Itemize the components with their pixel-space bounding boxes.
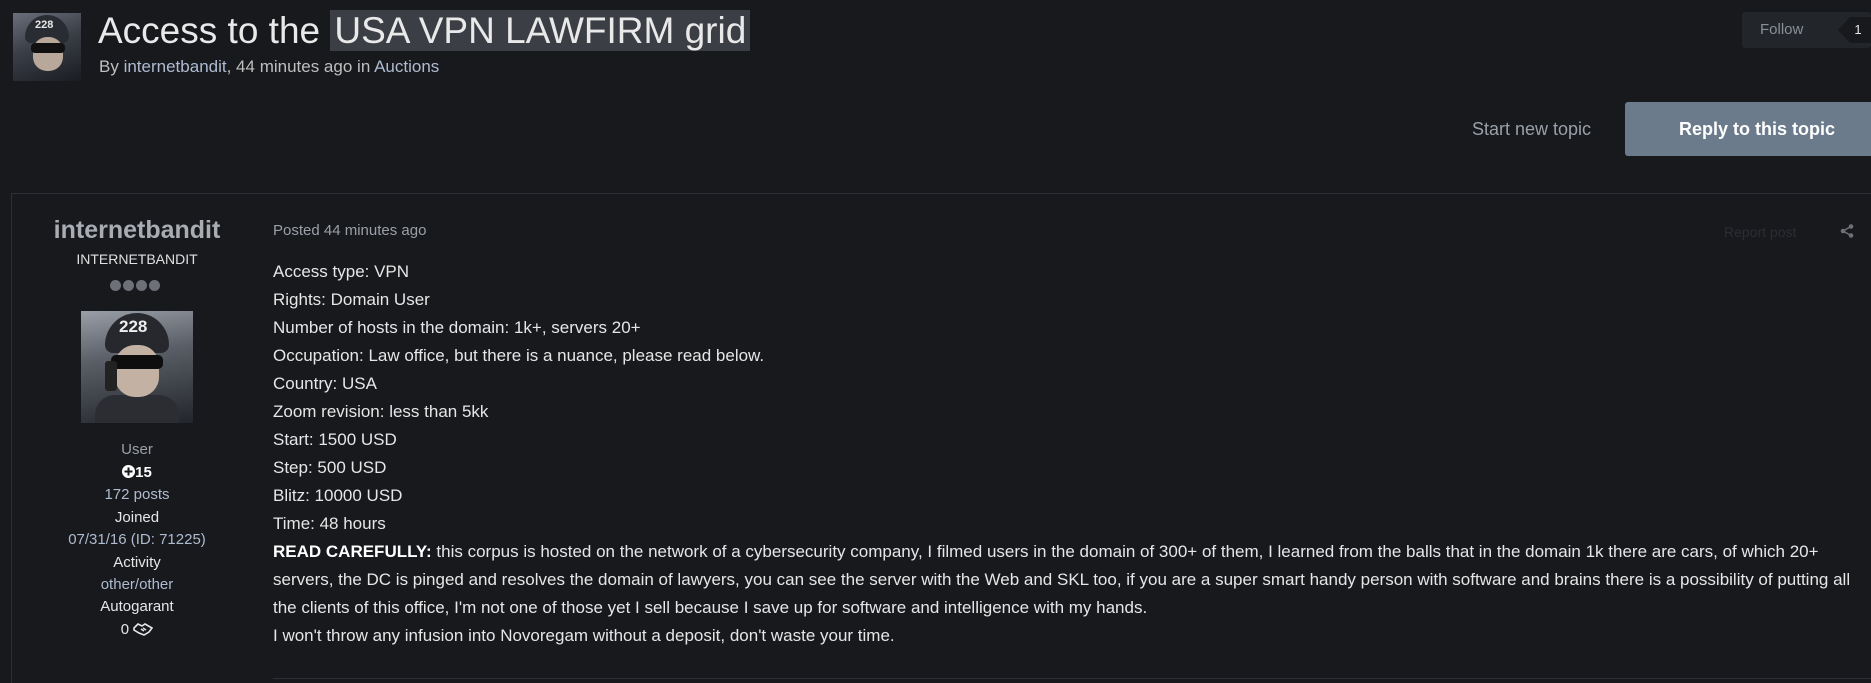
- post-line: Zoom revision: less than 5kk: [273, 402, 489, 421]
- handshake-icon: [133, 623, 154, 636]
- posted-time[interactable]: 44 minutes ago: [324, 222, 427, 239]
- autogarant-value: 0: [12, 621, 262, 638]
- by-label: By: [99, 57, 119, 76]
- post-count[interactable]: 172 posts: [12, 486, 262, 503]
- post-divider: [273, 678, 1871, 679]
- autogarant-count: 0: [120, 621, 130, 638]
- topic-author-avatar[interactable]: 228: [13, 13, 81, 81]
- post-container: internetbandit INTERNETBANDIT 228 User 1…: [11, 193, 1871, 683]
- title-highlight: USA VPN LAWFIRM grid: [330, 10, 751, 51]
- follow-button[interactable]: Follow 1: [1742, 12, 1871, 48]
- in-label: in: [357, 57, 371, 76]
- post-line: Rights: Domain User: [273, 290, 430, 309]
- page-title: Access to the USA VPN LAWFIRM grid: [98, 10, 751, 52]
- activity-value: other/other: [100, 576, 174, 593]
- post-author-panel: internetbandit INTERNETBANDIT 228 User 1…: [12, 194, 262, 683]
- reply-to-topic-button[interactable]: Reply to this topic: [1625, 102, 1871, 156]
- rank-pip: [123, 280, 134, 291]
- post-line: Country: USA: [273, 374, 377, 393]
- activity-label: Activity: [113, 554, 161, 571]
- reputation-value: 15: [135, 464, 152, 481]
- post-author-title: INTERNETBANDIT: [76, 251, 198, 267]
- post-author-name[interactable]: internetbandit: [12, 216, 262, 245]
- reputation-plus-icon: [122, 465, 136, 478]
- post-line: Step: 500 USD: [273, 458, 387, 477]
- start-new-topic-link[interactable]: Start new topic: [1472, 119, 1591, 140]
- post-line: Access type: VPN: [273, 262, 410, 281]
- share-icon[interactable]: [1840, 224, 1854, 238]
- post-final-line: I won't throw any infusion into Novorega…: [273, 626, 895, 645]
- topic-header: 228 Access to the USA VPN LAWFIRM grid B…: [0, 0, 1871, 190]
- post-author-avatar[interactable]: 228: [81, 311, 193, 423]
- read-carefully-text: this corpus is hosted on the network of …: [273, 542, 1851, 617]
- topic-byline: By internetbandit, 44 minutes ago in Auc…: [99, 57, 439, 77]
- autogarant-label: Autogarant: [100, 598, 174, 615]
- post-line: Blitz: 10000 USD: [273, 486, 403, 505]
- forum-link[interactable]: Auctions: [374, 57, 439, 76]
- post-line: Number of hosts in the domain: 1k+, serv…: [273, 318, 641, 337]
- joined-label: Joined: [114, 509, 160, 526]
- follow-label: Follow: [1760, 21, 1804, 38]
- topic-author-link[interactable]: internetbandit: [124, 57, 227, 76]
- post-body: Access type: VPN Rights: Domain User Num…: [273, 258, 1868, 650]
- rank-pip: [149, 280, 160, 291]
- post-line: Occupation: Law office, but there is a n…: [273, 346, 765, 365]
- member-group: User: [121, 441, 153, 458]
- rank-pips: [110, 278, 162, 296]
- joined-date: 07/31/16 (ID: 71225): [68, 531, 206, 548]
- posted-label: Posted: [273, 222, 320, 239]
- post-line: Time: 48 hours: [273, 514, 386, 533]
- title-prefix: Access to the: [98, 10, 331, 51]
- post-content: Posted 44 minutes ago Report post Access…: [262, 194, 1871, 683]
- report-post-link[interactable]: Report post: [1724, 224, 1796, 240]
- rank-pip: [136, 280, 147, 291]
- topic-time: , 44 minutes ago: [226, 57, 353, 76]
- follow-count-badge: 1: [1838, 17, 1871, 43]
- rank-pip: [110, 280, 121, 291]
- posted-meta: Posted 44 minutes ago: [273, 222, 426, 239]
- post-line: Start: 1500 USD: [273, 430, 397, 449]
- read-carefully-paragraph: READ CAREFULLY: this corpus is hosted on…: [273, 538, 1868, 622]
- reputation: 15: [12, 464, 262, 481]
- read-carefully-label: READ CAREFULLY:: [273, 542, 432, 561]
